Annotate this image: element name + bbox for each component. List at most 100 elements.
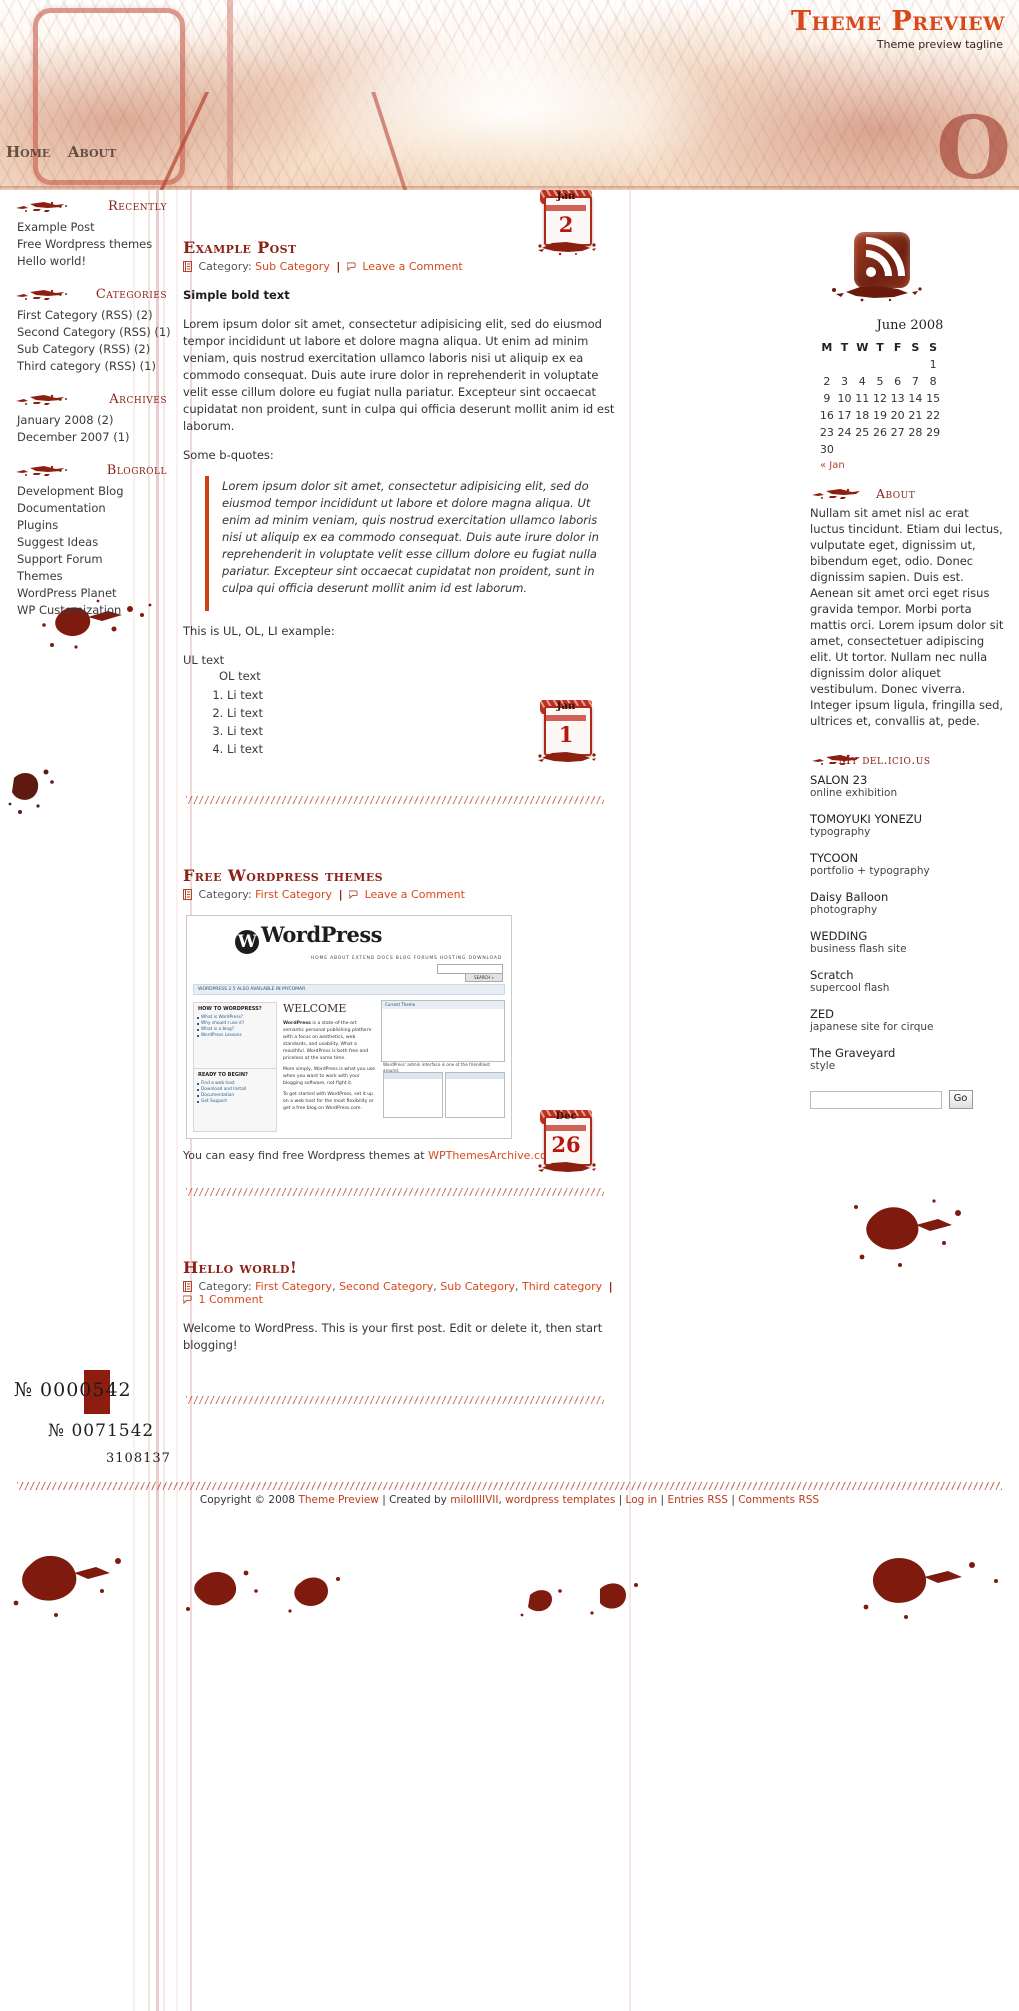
- post-title[interactable]: Hello world!: [183, 1258, 618, 1277]
- list-item[interactable]: January 2008 (2): [17, 412, 175, 429]
- list-item[interactable]: Support Forum: [17, 551, 175, 568]
- list-item[interactable]: Sub Category (RSS) (2): [17, 341, 175, 358]
- category-link[interactable]: First Category (RSS) (2): [17, 308, 153, 322]
- archive-link[interactable]: December 2007 (1): [17, 430, 130, 444]
- delicious-name[interactable]: Scratch: [810, 968, 1010, 982]
- list-item[interactable]: TYCOON portfolio + typography: [810, 851, 1010, 877]
- category-link[interactable]: Third category (RSS) (1): [17, 359, 156, 373]
- widget-recently: Recently Example Post Free Wordpress the…: [0, 198, 175, 270]
- delicious-name[interactable]: ZED: [810, 1007, 1010, 1021]
- search-input[interactable]: [810, 1090, 942, 1109]
- comma: ,: [332, 1280, 340, 1293]
- list-item[interactable]: Hello world!: [17, 253, 175, 270]
- footer-author-link[interactable]: miloIIIIVII: [450, 1494, 498, 1506]
- list-item[interactable]: First Category (RSS) (2): [17, 307, 175, 324]
- calendar-row: 30: [818, 441, 942, 458]
- blogroll-link[interactable]: Support Forum: [17, 552, 103, 566]
- widget-list-archives: January 2008 (2) December 2007 (1): [0, 412, 175, 446]
- list-item[interactable]: Scratch supercool flash: [810, 968, 1010, 994]
- delicious-name[interactable]: SALON 23: [810, 773, 1010, 787]
- blogroll-link[interactable]: Plugins: [17, 518, 58, 532]
- calendar-day: 26: [872, 426, 887, 439]
- post-category-link[interactable]: Third category: [522, 1280, 602, 1293]
- recent-post-link[interactable]: Example Post: [17, 220, 95, 234]
- comments-count-link[interactable]: 1 Comment: [199, 1293, 263, 1306]
- category-link[interactable]: Second Category (RSS) (1): [17, 325, 171, 339]
- nav-home[interactable]: Home: [6, 143, 50, 161]
- delicious-name[interactable]: WEDDING: [810, 929, 1010, 943]
- delicious-name[interactable]: TYCOON: [810, 851, 1010, 865]
- blogroll-link[interactable]: Development Blog: [17, 484, 124, 498]
- post-body: Simple bold text Lorem ipsum dolor sit a…: [183, 287, 618, 758]
- calendar-day: 12: [872, 392, 887, 405]
- recent-post-link[interactable]: Hello world!: [17, 254, 86, 268]
- splatter-icon: [538, 752, 596, 762]
- blogroll-link[interactable]: Documentation: [17, 501, 106, 515]
- meta-separator: |: [608, 1280, 613, 1293]
- search-go-button[interactable]: Go: [948, 1090, 973, 1109]
- post-category-link[interactable]: Sub Category: [255, 260, 330, 273]
- list-item[interactable]: WEDDING business flash site: [810, 929, 1010, 955]
- delicious-name[interactable]: TOMOYUKI YONEZU: [810, 812, 1010, 826]
- list-item[interactable]: Documentation: [17, 500, 175, 517]
- post-category-link[interactable]: First Category: [255, 888, 332, 901]
- wordpress-screenshot[interactable]: W WordPress HOME ABOUT EXTEND DOCS BLOG F…: [186, 915, 512, 1139]
- post-title[interactable]: Free Wordpress themes: [183, 866, 618, 885]
- footer-entries-rss-link[interactable]: Entries RSS: [667, 1494, 728, 1506]
- post-category-link[interactable]: Sub Category: [440, 1280, 515, 1293]
- calendar-prev-nav[interactable]: « Jan: [810, 460, 1010, 471]
- footer-created-by: | Created by: [378, 1494, 451, 1506]
- post-body: Welcome to WordPress. This is your first…: [183, 1320, 618, 1354]
- page-title[interactable]: Theme Preview: [791, 6, 1005, 37]
- delicious-desc: style: [810, 1060, 836, 1072]
- delicious-name[interactable]: The Graveyard: [810, 1046, 1010, 1060]
- footer-credits: Copyright © 2008 Theme Preview | Created…: [0, 1494, 1019, 1506]
- leave-comment-link[interactable]: Leave a Comment: [365, 888, 465, 901]
- main-nav: Home About: [6, 143, 130, 161]
- nav-about[interactable]: About: [68, 143, 117, 161]
- list-item[interactable]: WP Customization: [17, 602, 175, 619]
- list-item[interactable]: Themes: [17, 568, 175, 585]
- list-item[interactable]: Second Category (RSS) (1): [17, 324, 175, 341]
- post-category-link[interactable]: First Category: [255, 1280, 332, 1293]
- list-item[interactable]: The Graveyard style: [810, 1046, 1010, 1072]
- widget-label: Blogroll: [106, 463, 167, 478]
- list-item[interactable]: Third category (RSS) (1): [17, 358, 175, 375]
- footer-login-link[interactable]: Log in: [626, 1494, 658, 1506]
- list-item[interactable]: December 2007 (1): [17, 429, 175, 446]
- leave-comment-link[interactable]: Leave a Comment: [362, 260, 462, 273]
- calendar-row: 9 10 11 12 13 14 15: [818, 390, 942, 407]
- list-item[interactable]: Suggest Ideas: [17, 534, 175, 551]
- delicious-name[interactable]: Daisy Balloon: [810, 890, 1010, 904]
- footer-templates-link[interactable]: wordpress templates: [505, 1494, 615, 1506]
- blogroll-link[interactable]: WordPress Planet: [17, 586, 117, 600]
- list-item[interactable]: TOMOYUKI YONEZU typography: [810, 812, 1010, 838]
- list-item[interactable]: Daisy Balloon photography: [810, 890, 1010, 916]
- calendar-day: 30: [819, 443, 834, 456]
- blogroll-link[interactable]: Suggest Ideas: [17, 535, 98, 549]
- splatter-icon: [16, 465, 67, 476]
- date-badge-month: Jan: [556, 701, 576, 712]
- wordpress-body-text: is a state-of-the-art semantic personal …: [283, 1021, 372, 1061]
- delicious-desc: supercool flash: [810, 982, 890, 994]
- weekday-label: S: [929, 341, 938, 354]
- post-category-link[interactable]: Second Category: [339, 1280, 433, 1293]
- archive-link[interactable]: January 2008 (2): [17, 413, 113, 427]
- list-item[interactable]: Example Post: [17, 219, 175, 236]
- category-link[interactable]: Sub Category (RSS) (2): [17, 342, 150, 356]
- wordpress-search-button[interactable]: SEARCH »: [465, 973, 503, 982]
- closing-prefix: You can easy find free Wordpress themes …: [183, 1149, 429, 1162]
- list-item[interactable]: WordPress Planet: [17, 585, 175, 602]
- list-item[interactable]: Plugins: [17, 517, 175, 534]
- footer-comments-rss-link[interactable]: Comments RSS: [738, 1494, 819, 1506]
- list-item[interactable]: SALON 23 online exhibition: [810, 773, 1010, 799]
- list-item[interactable]: Free Wordpress themes: [17, 236, 175, 253]
- list-item[interactable]: ZED japanese site for cirque: [810, 1007, 1010, 1033]
- calendar-day: 20: [890, 409, 905, 422]
- list-item[interactable]: Development Blog: [17, 483, 175, 500]
- calendar-prev-link[interactable]: « Jan: [820, 460, 845, 471]
- blogroll-link[interactable]: Themes: [17, 569, 63, 583]
- recent-post-link[interactable]: Free Wordpress themes: [17, 237, 152, 251]
- blogroll-link[interactable]: WP Customization: [17, 603, 121, 617]
- footer-theme-link[interactable]: Theme Preview: [298, 1494, 378, 1506]
